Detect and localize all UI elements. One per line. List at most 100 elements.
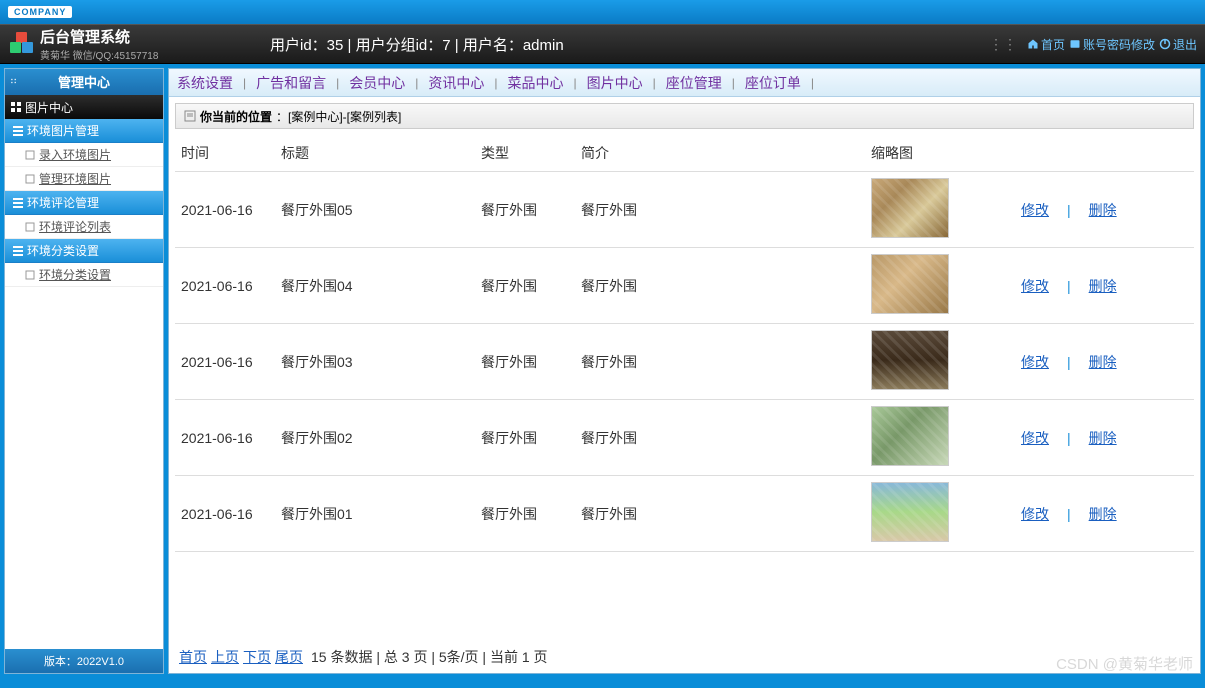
cell-thumb [865, 248, 1015, 324]
topnav-item[interactable]: 系统设置 [177, 73, 233, 93]
thumbnail-image [871, 406, 949, 466]
topnav-item[interactable]: 会员中心 [349, 73, 405, 93]
user-info: 用户id：35 | 用户分组id：7 | 用户名：admin [270, 34, 564, 55]
thumbnail-image [871, 254, 949, 314]
edit-link[interactable]: 修改 [1021, 202, 1049, 218]
list-icon [13, 246, 23, 256]
thumbnail-image [871, 178, 949, 238]
sidebar-category[interactable]: 图片中心 [5, 95, 163, 119]
separator: | [653, 76, 656, 90]
table-row: 2021-06-16餐厅外围04餐厅外围餐厅外围修改|删除 [175, 248, 1194, 324]
cell-title: 餐厅外围05 [275, 172, 475, 248]
edit-link[interactable]: 修改 [1021, 506, 1049, 522]
table-row: 2021-06-16餐厅外围01餐厅外围餐厅外围修改|删除 [175, 476, 1194, 552]
separator: | [1067, 506, 1071, 522]
column-header: 标题 [275, 135, 475, 172]
pager: 首页 上页 下页 尾页 15 条数据 | 总 3 页 | 5条/页 | 当前 1… [169, 641, 1200, 673]
cell-actions: 修改 | 删除 [1015, 248, 1194, 324]
home-icon [1027, 38, 1039, 50]
content-area: 系统设置 | 广告和留言 | 会员中心 | 资讯中心 | 菜品中心 | 图片中心 | 座位管理 | 座位订单… [168, 68, 1201, 674]
cell-type: 餐厅外围 [475, 324, 575, 400]
doc-icon [25, 222, 35, 232]
power-icon [1159, 38, 1171, 50]
column-header: 简介 [575, 135, 865, 172]
cell-time: 2021-06-16 [175, 476, 275, 552]
delete-link[interactable]: 删除 [1089, 354, 1117, 370]
topnav-item[interactable]: 菜品中心 [508, 73, 564, 93]
thumbnail-image [871, 482, 949, 542]
delete-link[interactable]: 删除 [1089, 506, 1117, 522]
column-header [1015, 135, 1194, 172]
delete-link[interactable]: 删除 [1089, 278, 1117, 294]
edit-link[interactable]: 修改 [1021, 430, 1049, 446]
cell-time: 2021-06-16 [175, 400, 275, 476]
edit-link[interactable]: 修改 [1021, 354, 1049, 370]
pager-prev[interactable]: 上页 [211, 647, 239, 667]
topnav-item[interactable]: 资讯中心 [428, 73, 484, 93]
password-button[interactable]: 账号密码修改 [1069, 36, 1155, 53]
breadcrumb-label: 你当前的位置 [200, 108, 272, 125]
cell-time: 2021-06-16 [175, 248, 275, 324]
topnav-item[interactable]: 座位管理 [666, 73, 722, 93]
key-icon [1069, 38, 1081, 50]
app-header: 后台管理系统 黄菊华 微信/QQ:45157718 用户id：35 | 用户分组… [0, 24, 1205, 64]
separator: | [1067, 278, 1071, 294]
topnav-item[interactable]: 广告和留言 [256, 73, 326, 93]
sidebar-item[interactable]: 管理环境图片 [5, 167, 163, 191]
sidebar-group-header[interactable]: 环境分类设置 [5, 239, 163, 263]
delete-link[interactable]: 删除 [1089, 430, 1117, 446]
window-topbar: COMPANY [0, 0, 1205, 24]
pager-info: 15 条数据 | 总 3 页 | 5条/页 | 当前 1 页 [311, 647, 548, 667]
list-icon [13, 126, 23, 136]
cell-actions: 修改 | 删除 [1015, 476, 1194, 552]
sidebar-item[interactable]: 录入环境图片 [5, 143, 163, 167]
edit-link[interactable]: 修改 [1021, 278, 1049, 294]
cell-time: 2021-06-16 [175, 172, 275, 248]
separator: | [415, 76, 418, 90]
breadcrumb-path: ：[案例中心]-[案例列表] [276, 108, 401, 125]
cell-thumb [865, 172, 1015, 248]
separator: | [811, 76, 814, 90]
doc-icon [25, 174, 35, 184]
delete-link[interactable]: 删除 [1089, 202, 1117, 218]
pager-first[interactable]: 首页 [179, 647, 207, 667]
cell-type: 餐厅外围 [475, 172, 575, 248]
cell-actions: 修改|删除 [1015, 324, 1194, 400]
cell-thumb [865, 400, 1015, 476]
cell-actions: 修改 | 删除 [1015, 400, 1194, 476]
column-header: 时间 [175, 135, 275, 172]
table-row: 2021-06-16餐厅外围03餐厅外围餐厅外围修改|删除 [175, 324, 1194, 400]
cell-intro: 餐厅外围 [575, 248, 865, 324]
cell-intro: 餐厅外围 [575, 324, 865, 400]
company-badge: COMPANY [8, 6, 72, 18]
cell-thumb [865, 324, 1015, 400]
home-button[interactable]: 首页 [1027, 36, 1065, 53]
doc-icon [25, 270, 35, 280]
logout-button[interactable]: 退出 [1159, 36, 1197, 53]
cell-type: 餐厅外围 [475, 248, 575, 324]
pager-next[interactable]: 下页 [243, 647, 271, 667]
separator: | [574, 76, 577, 90]
cell-title: 餐厅外围01 [275, 476, 475, 552]
sidebar-group-header[interactable]: 环境图片管理 [5, 119, 163, 143]
sidebar-item[interactable]: 环境分类设置 [5, 263, 163, 287]
topnav-item[interactable]: 图片中心 [587, 73, 643, 93]
separator: | [1067, 430, 1071, 446]
cell-actions: 修改|删除 [1015, 172, 1194, 248]
cell-intro: 餐厅外围 [575, 400, 865, 476]
app-title: 后台管理系统 [40, 26, 158, 47]
menu-grip-icon[interactable]: ⋮⋮ [989, 36, 1017, 53]
logo-icon [10, 32, 34, 56]
cell-title: 餐厅外围03 [275, 324, 475, 400]
pager-last[interactable]: 尾页 [275, 647, 303, 667]
sidebar-item[interactable]: 环境评论列表 [5, 215, 163, 239]
doc-icon [25, 150, 35, 160]
column-header: 类型 [475, 135, 575, 172]
separator: | [243, 76, 246, 90]
breadcrumb: 你当前的位置 ：[案例中心]-[案例列表] [175, 103, 1194, 129]
table-row: 2021-06-16餐厅外围05餐厅外围餐厅外围修改|删除 [175, 172, 1194, 248]
list-icon [13, 198, 23, 208]
sidebar-group-header[interactable]: 环境评论管理 [5, 191, 163, 215]
topnav-item[interactable]: 座位订单 [745, 73, 801, 93]
separator: | [336, 76, 339, 90]
